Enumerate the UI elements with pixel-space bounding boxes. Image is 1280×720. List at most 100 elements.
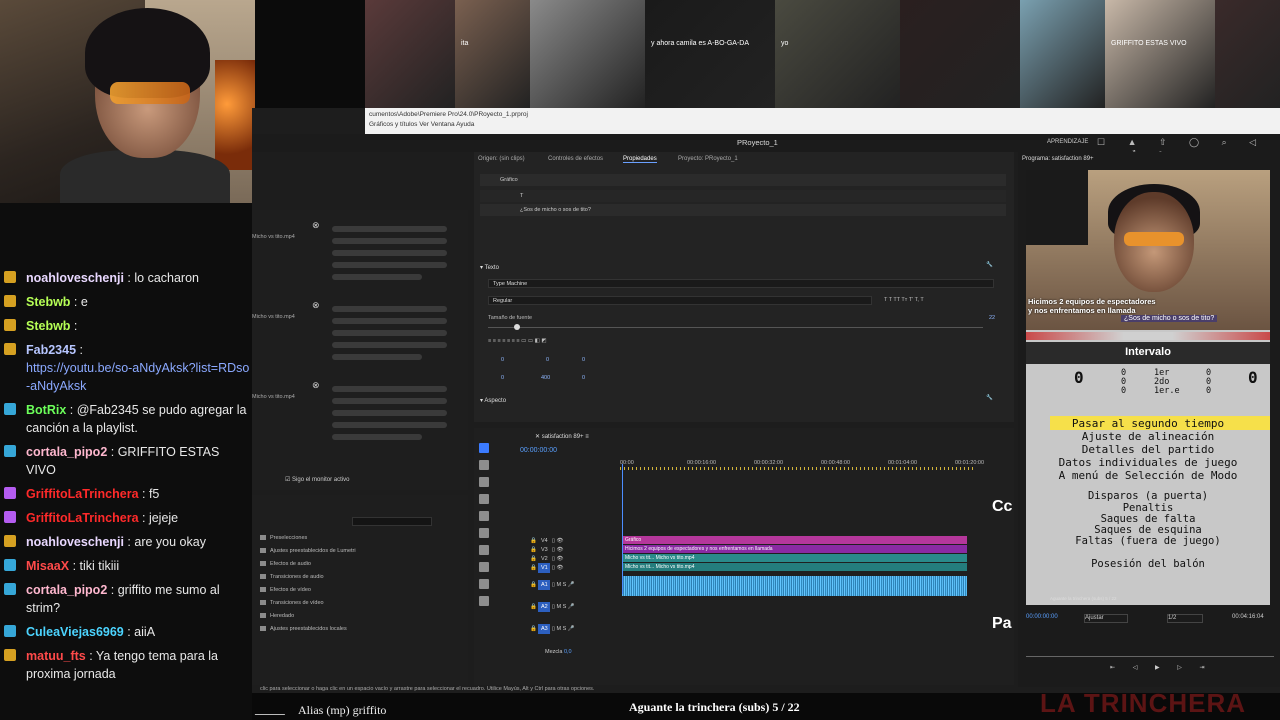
empty-text-layer[interactable]: T (480, 190, 1006, 202)
razor-tool-icon[interactable] (479, 494, 489, 504)
font-style-select[interactable]: Regular (488, 296, 872, 305)
type-tool-icon[interactable] (479, 579, 489, 589)
effects-search-input[interactable] (352, 517, 432, 526)
chat-username[interactable]: matuu_fts (26, 649, 86, 663)
graphic-clip[interactable]: Gráfico (622, 536, 967, 544)
wrench-icon[interactable]: 🔧 (986, 395, 993, 401)
program-scrubber[interactable] (1026, 656, 1274, 657)
effects-folder[interactable]: Efectos de vídeo (260, 587, 311, 593)
pen-tool-icon[interactable] (479, 528, 489, 538)
effects-folder[interactable]: Transiciones de audio (260, 574, 324, 580)
track-label[interactable]: A2 (538, 602, 551, 612)
sequence-tab[interactable]: ✕ satisfaction 89+ ≡ (535, 433, 589, 440)
close-icon[interactable]: ⊗ (312, 220, 320, 231)
wrench-icon[interactable]: 🔧 (986, 262, 993, 268)
track-select-tool-icon[interactable] (479, 460, 489, 470)
game-menu-item[interactable]: Posesión del balón (1026, 558, 1270, 570)
leading-value[interactable]: 0 (582, 357, 585, 363)
font-size-label: Tamaño de fuente (488, 315, 533, 321)
program-timecode[interactable]: 00:00:00:00 (1026, 614, 1058, 620)
chat-username[interactable]: noahloveschenji (26, 535, 124, 549)
timeline-timecode[interactable]: 00:00:00:00 (520, 447, 557, 454)
chat-username[interactable]: Stebwb (26, 295, 70, 309)
game-menu-item[interactable]: A menú de Selección de Modo (1026, 469, 1270, 482)
tab-project[interactable]: Proyecto: PRoyecto_1 (678, 156, 738, 162)
alignment-buttons[interactable]: ≡ ≡ ≡ ≡ ≡ ≡ ≡ ▭ ▭ ◧ ◩ (488, 338, 547, 344)
text-graphic-clip[interactable]: Hicimos 2 equipos de espectadores y nos … (622, 545, 967, 553)
game-menu-item[interactable]: Detalles del partido (1026, 443, 1270, 456)
text-section-heading[interactable]: ▾ Texto (480, 264, 499, 271)
hand-tool-icon[interactable] (479, 562, 489, 572)
effects-folder[interactable]: Heredado (260, 613, 294, 619)
time-ruler[interactable]: 00:00 00:00:16:00 00:00:32:00 00:00:48:00 00… (620, 460, 984, 470)
close-icon[interactable]: ⊗ (312, 380, 320, 391)
selection-tool-icon[interactable] (479, 443, 489, 453)
track-label[interactable]: A1 (538, 580, 551, 590)
track-header[interactable]: 🔒 A3 ▯ M S 🎤 (530, 624, 575, 634)
chat-username[interactable]: cortala_pipo2 (26, 583, 107, 597)
video-clip-v1[interactable]: Micho vs tit... Micho vs tito.mp4 (622, 563, 967, 571)
chat-username[interactable]: cortala_pipo2 (26, 445, 107, 459)
tracking-value[interactable]: 0 (501, 357, 504, 363)
effects-folder[interactable]: Preselecciones (260, 535, 307, 541)
font-size-slider-thumb[interactable] (514, 324, 520, 330)
rectangle-tool-icon[interactable] (479, 545, 489, 555)
chat-username[interactable]: GriffitoLaTrinchera (26, 487, 139, 501)
font-size-value[interactable]: 22 (989, 315, 995, 321)
effects-folder[interactable]: Ajustes preestablecidos locales (260, 626, 347, 632)
workspace-learning[interactable]: APRENDIZAJE (1047, 139, 1088, 145)
game-menu-item[interactable]: Disparos (a puerta) (1026, 490, 1270, 502)
graphic-layer[interactable]: Gráfico (480, 174, 1006, 186)
chat-username[interactable]: CuleaViejas6969 (26, 625, 124, 639)
chat-link[interactable]: https://youtu.be/so-aNdyAksk?list=RDso-a… (26, 361, 249, 393)
menu-items[interactable]: Gráficos y títulos Ver Ventana Ayuda (369, 120, 541, 130)
effects-folder[interactable]: Ajustes preestablecidos de Lumetri (260, 548, 356, 554)
game-menu-item[interactable]: Datos individuales de juego (1026, 456, 1270, 469)
game-menu-item[interactable]: Ajuste de alineación (1026, 430, 1270, 443)
track-label[interactable]: V1 (538, 563, 551, 573)
follow-monitor-checkbox[interactable]: ☑ Sigo el monitor activo (285, 476, 349, 483)
effects-folder[interactable]: Transiciones de vídeo (260, 600, 324, 606)
ruler-tick-label: 00:01:04:00 (888, 460, 918, 466)
resolution-select[interactable]: 1/2 (1167, 614, 1203, 623)
ripple-edit-tool-icon[interactable] (479, 477, 489, 487)
project-media-panel: ⊗ Micho vs tito.mp4 ⊗ Micho vs tito.mp4 … (252, 210, 468, 490)
tsume-value[interactable]: 400 (541, 375, 550, 381)
baseline-value[interactable]: 0 (501, 375, 504, 381)
audio-waveform-a1[interactable] (622, 576, 967, 596)
transport-buttons[interactable]: ⇤ ◁ ▶ ▷ ⇥ (1110, 664, 1213, 671)
chat-username[interactable]: noahloveschenji (26, 271, 124, 285)
tab-properties[interactable]: Propiedades (623, 156, 657, 163)
font-size-slider[interactable] (488, 327, 983, 328)
caption-tool-icon[interactable] (479, 596, 489, 606)
game-menu-item[interactable]: Pasar al segundo tiempo (1026, 417, 1270, 430)
work-area-bar[interactable] (620, 467, 975, 470)
slip-tool-icon[interactable] (479, 511, 489, 521)
tab-source[interactable]: Origen: (sin clips) (478, 156, 525, 162)
chat-username[interactable]: MisaaX (26, 559, 69, 573)
zoom-select[interactable]: Ajustar (1084, 614, 1128, 623)
game-menu-item[interactable]: Faltas (fuera de juego) (1026, 535, 1270, 547)
effects-folder[interactable]: Efectos de audio (260, 561, 311, 567)
video-clip-v2[interactable]: Micho vs tit... Micho vs tito.mp4 (622, 554, 967, 562)
tab-effect-controls[interactable]: Controles de efectos (548, 156, 603, 162)
chat-username[interactable]: BotRix (26, 403, 66, 417)
track-header[interactable]: 🔒 A1 ▯ M S 🎤 (530, 580, 575, 590)
text-layer[interactable]: ¿Sos de micho o sos de tito? (480, 204, 1006, 216)
text-style-buttons[interactable]: T T TT Tт T' T, T (884, 297, 924, 303)
track-label[interactable]: A3 (538, 624, 551, 634)
effects-folder-label: Ajustes preestablecidos de Lumetri (270, 548, 356, 554)
folder-icon (260, 626, 266, 632)
chat-username[interactable]: Fab2345 (26, 343, 76, 357)
kerning-value[interactable]: 0 (546, 357, 549, 363)
chat-username[interactable]: GriffitoLaTrinchera (26, 511, 139, 525)
track-header[interactable]: 🔒 V1 ▯ 👁 (530, 563, 563, 573)
chat-username[interactable]: Stebwb (26, 319, 70, 333)
font-family-select[interactable]: Type Machine (488, 279, 994, 288)
close-icon[interactable]: ⊗ (312, 300, 320, 311)
appearance-section-heading[interactable]: ▾ Aspecto (480, 397, 506, 404)
playhead[interactable] (622, 464, 623, 594)
indent-value[interactable]: 0 (582, 375, 585, 381)
track-header[interactable]: 🔒 A2 ▯ M S 🎤 (530, 602, 575, 612)
program-monitor-title[interactable]: Programa: satisfaction 89+ (1022, 156, 1094, 162)
